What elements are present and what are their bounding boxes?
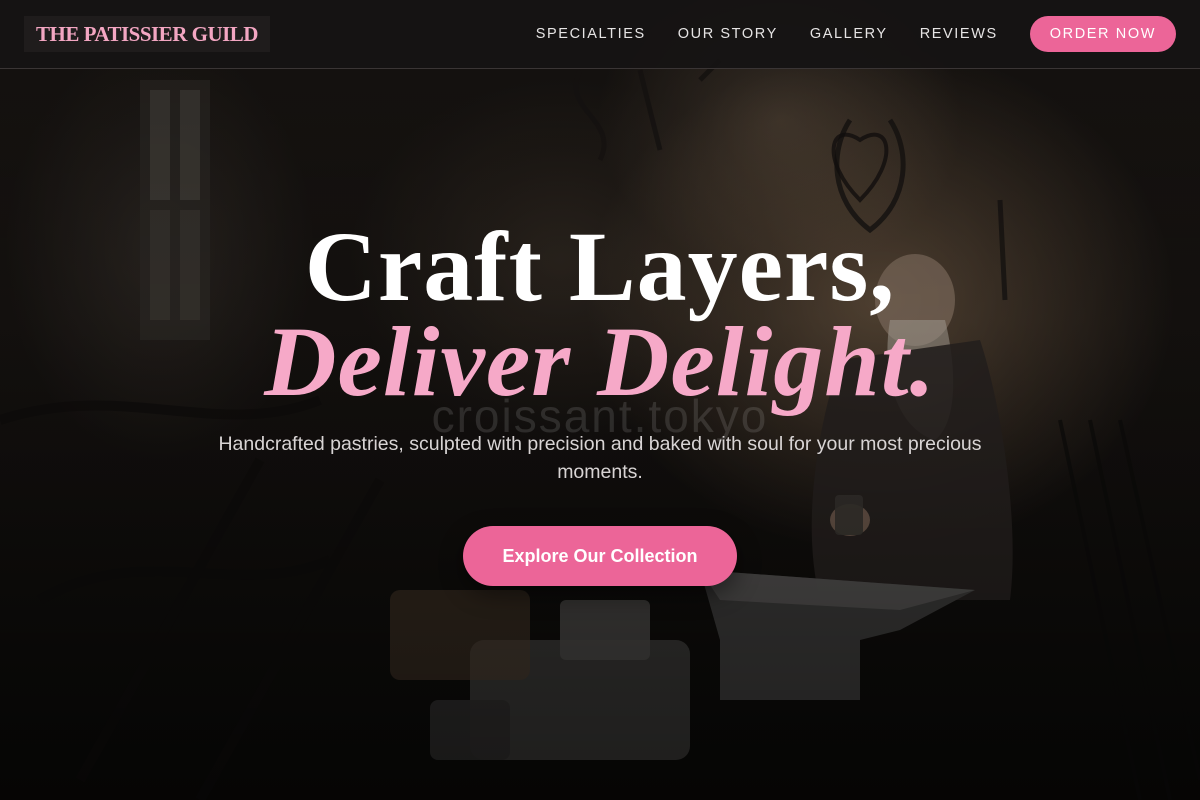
nav-link-specialties[interactable]: SPECIALTIES [536,26,646,42]
nav-link-our-story[interactable]: OUR STORY [678,26,778,42]
page: THE PATISSIER GUILD SPECIALTIES OUR STOR… [0,0,1200,800]
nav-links: SPECIALTIES OUR STORY GALLERY REVIEWS OR… [536,16,1176,52]
hero-section: Craft Layers, Deliver Delight. croissant… [0,69,1200,800]
hero-headline-line1: Craft Layers, [304,211,896,322]
explore-collection-button[interactable]: Explore Our Collection [463,526,737,586]
order-now-button[interactable]: ORDER NOW [1029,16,1176,52]
top-navigation-bar: THE PATISSIER GUILD SPECIALTIES OUR STOR… [0,0,1200,69]
hero-subtitle: Handcrafted pastries, sculpted with prec… [218,433,982,483]
nav-link-gallery[interactable]: GALLERY [810,26,888,42]
nav-link-reviews[interactable]: REVIEWS [920,26,998,42]
site-logo[interactable]: THE PATISSIER GUILD [24,16,270,52]
